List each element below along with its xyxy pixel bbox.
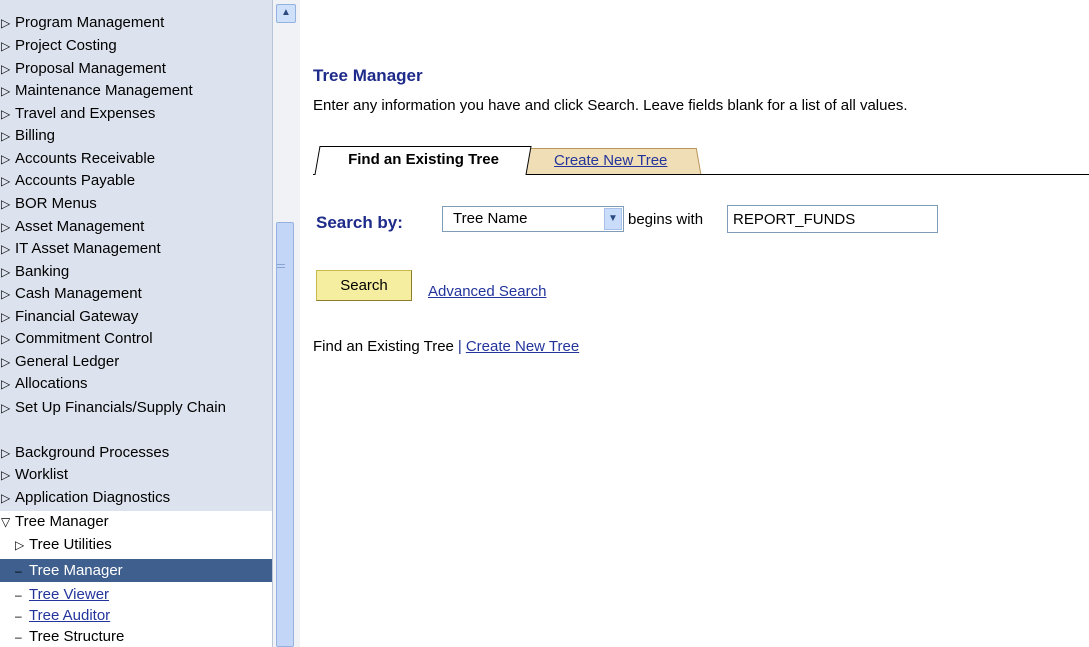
advanced-search-link[interactable]: Advanced Search <box>428 283 546 300</box>
triangle-right-icon: ▷ <box>1 84 11 98</box>
scrollbar-grip <box>277 264 285 268</box>
bottom-links: Find an Existing Tree | Create New Tree <box>313 338 579 355</box>
nav-item-travel-and-expenses[interactable]: ▷ Travel and Expenses <box>0 103 272 125</box>
nav-item-bor-menus[interactable]: ▷ BOR Menus <box>0 193 272 215</box>
instructions-text: Enter any information you have and click… <box>313 97 908 114</box>
nav-item-banking[interactable]: ▷ Banking <box>0 261 272 283</box>
triangle-right-icon: ▷ <box>1 62 11 76</box>
nav-item-accounts-receivable[interactable]: ▷ Accounts Receivable <box>0 148 272 170</box>
triangle-right-icon: ▷ <box>1 446 11 460</box>
triangle-right-icon: ▷ <box>1 152 11 166</box>
search-button[interactable]: Search <box>316 270 412 301</box>
chevron-up-icon[interactable]: ▲ <box>276 4 296 23</box>
triangle-right-icon: ▷ <box>1 129 11 143</box>
triangle-right-icon: ▷ <box>1 16 11 30</box>
tab-bar: Find an Existing Tree Create New Tree <box>313 146 1089 176</box>
find-existing-tree-text: Find an Existing Tree <box>313 338 454 355</box>
link-separator: | <box>457 338 462 355</box>
dash-icon: – <box>15 588 22 602</box>
operator-label: begins with <box>628 211 704 228</box>
nav-item-tree-auditor[interactable]: – Tree Auditor <box>0 606 272 626</box>
tab-create-new-tree[interactable]: Create New Tree <box>520 148 702 174</box>
triangle-right-icon: ▷ <box>1 377 11 391</box>
nav-item-it-asset-management[interactable]: ▷ IT Asset Management <box>0 238 272 260</box>
triangle-right-icon: ▷ <box>1 197 11 211</box>
search-field-dropdown[interactable]: Tree Name ▼ <box>442 206 624 232</box>
nav-item-tree-structure[interactable]: – Tree Structure <box>0 627 272 647</box>
nav-item-accounts-payable[interactable]: ▷ Accounts Payable <box>0 170 272 192</box>
nav-item-general-ledger[interactable]: ▷ General Ledger <box>0 351 272 373</box>
triangle-right-icon: ▷ <box>1 491 11 505</box>
nav-item-tree-manager-folder[interactable]: ▽ Tree Manager <box>0 511 272 533</box>
search-by-label: Search by: <box>316 213 403 232</box>
triangle-right-icon: ▷ <box>1 468 11 482</box>
nav-item-cash-management[interactable]: ▷ Cash Management <box>0 283 272 305</box>
nav-item-allocations[interactable]: ▷ Allocations <box>0 373 272 395</box>
nav-item-project-costing[interactable]: ▷ Project Costing <box>0 35 272 57</box>
nav-item-tree-manager-selected[interactable]: – Tree Manager <box>0 559 272 582</box>
nav-item-background-processes[interactable]: ▷ Background Processes <box>0 442 272 464</box>
scrollbar-thumb[interactable] <box>276 222 294 647</box>
nav-item-tree-utilities[interactable]: ▷ Tree Utilities <box>0 534 272 556</box>
page-title: Tree Manager <box>313 66 423 85</box>
nav-item-billing[interactable]: ▷ Billing <box>0 125 272 147</box>
create-new-tree-link[interactable]: Create New Tree <box>466 338 579 355</box>
search-field-value: Tree Name <box>453 210 528 227</box>
triangle-right-icon: ▷ <box>1 332 11 346</box>
nav-item-maintenance-management[interactable]: ▷ Maintenance Management <box>0 80 272 102</box>
nav-item-asset-management[interactable]: ▷ Asset Management <box>0 216 272 238</box>
nav-item-application-diagnostics[interactable]: ▷ Application Diagnostics <box>0 487 272 509</box>
nav-item-tree-viewer[interactable]: – Tree Viewer <box>0 585 272 605</box>
triangle-right-icon: ▷ <box>1 355 11 369</box>
triangle-right-icon: ▷ <box>1 220 11 234</box>
nav-scrollbar[interactable]: ▲ <box>272 0 300 647</box>
tab-find-existing-tree[interactable]: Find an Existing Tree <box>314 146 532 175</box>
triangle-right-icon: ▷ <box>1 242 11 256</box>
triangle-right-icon: ▷ <box>1 39 11 53</box>
triangle-right-icon: ▷ <box>1 174 11 188</box>
nav-item-proposal-management[interactable]: ▷ Proposal Management <box>0 58 272 80</box>
triangle-right-icon: ▷ <box>1 107 11 121</box>
dash-icon: – <box>15 609 22 623</box>
nav-item-commitment-control[interactable]: ▷ Commitment Control <box>0 328 272 350</box>
nav-item-set-up-financials-supply-chain[interactable]: ▷ Set Up Financials/Supply Chain <box>0 398 272 442</box>
triangle-right-icon: ▷ <box>1 265 11 279</box>
dash-icon: – <box>15 564 22 578</box>
dash-icon: – <box>15 630 22 644</box>
triangle-right-icon: ▷ <box>1 310 11 324</box>
triangle-right-icon: ▷ <box>1 287 11 301</box>
triangle-down-icon: ▽ <box>1 515 11 529</box>
nav-item-worklist[interactable]: ▷ Worklist <box>0 464 272 486</box>
nav-item-program-management[interactable]: ▷ Program Management <box>0 12 272 34</box>
chevron-down-icon[interactable]: ▼ <box>604 208 622 230</box>
nav-item-financial-gateway[interactable]: ▷ Financial Gateway <box>0 306 272 328</box>
triangle-right-icon: ▷ <box>1 401 11 415</box>
left-navigation: ▷ Program Management ▷ Project Costing ▷ Pr… <box>0 0 272 647</box>
search-value-input[interactable] <box>727 205 938 233</box>
triangle-right-icon: ▷ <box>15 538 25 552</box>
